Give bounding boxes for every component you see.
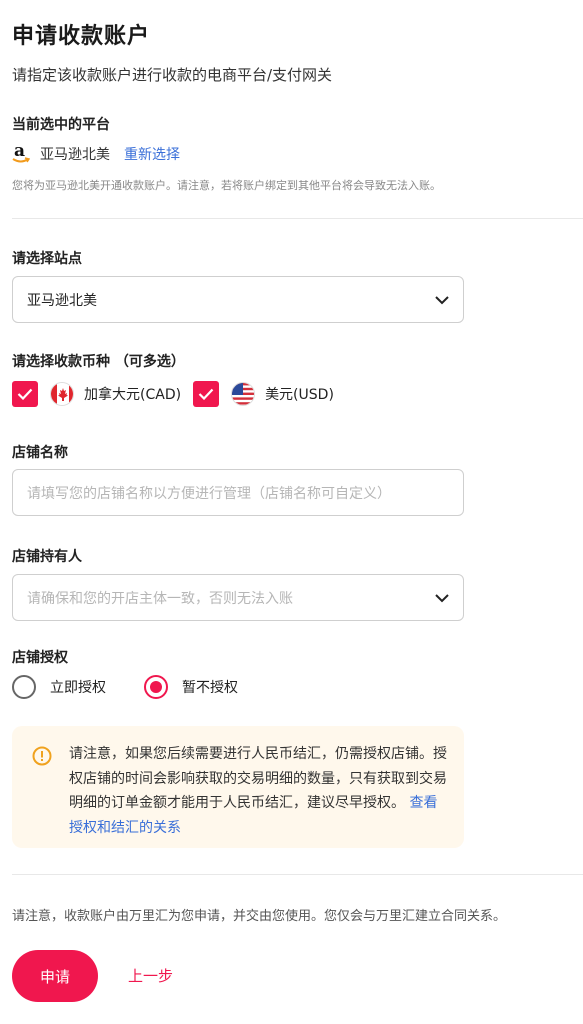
chevron-down-icon (435, 593, 449, 602)
site-select[interactable]: 亚马逊北美 (12, 276, 464, 323)
back-button[interactable]: 上一步 (128, 965, 173, 986)
authorize-later-radio[interactable] (144, 675, 168, 699)
authorize-now-radio[interactable] (12, 675, 36, 699)
us-flag-icon (231, 382, 256, 406)
apply-button[interactable]: 申请 (12, 950, 98, 1002)
currency-option-label: 美元(USD) (265, 387, 334, 403)
authorize-later-label: 暂不授权 (182, 680, 238, 696)
reselect-link[interactable]: 重新选择 (124, 144, 180, 164)
usd-checkbox[interactable] (193, 381, 220, 407)
divider (12, 218, 583, 219)
store-name-input[interactable]: 请填写您的店铺名称以方便进行管理（店铺名称可自定义） (12, 469, 464, 516)
store-owner-label: 店铺持有人 (12, 549, 82, 565)
store-owner-select[interactable]: 请确保和您的开店主体一致，否则无法入账 (12, 574, 464, 621)
page-subtitle: 请指定该收款账户进行收款的电商平台/支付网关 (12, 66, 333, 84)
authorize-now-label: 立即授权 (50, 680, 106, 696)
page-title: 申请收款账户 (12, 24, 151, 49)
currency-label: 请选择收款币种 （可多选） (12, 354, 185, 370)
canada-flag-icon (50, 382, 74, 406)
amazon-logo: a (12, 141, 30, 164)
site-label: 请选择站点 (12, 251, 82, 267)
platform-row: a 亚马逊北美 重新选择 (12, 141, 180, 165)
store-name-label: 店铺名称 (12, 445, 68, 461)
check-icon (198, 388, 214, 400)
cad-checkbox[interactable] (12, 381, 38, 407)
contract-note: 请注意，收款账户由万里汇为您申请，并交由您使用。您仅会与万里汇建立合同关系。 (12, 909, 507, 924)
platform-note: 您将为亚马逊北美开通收款账户。请注意，若将账户绑定到其他平台将会导致无法入账。 (12, 179, 441, 192)
currency-options: 加拿大元(CAD) 美元(USD) (12, 379, 346, 409)
chevron-down-icon (435, 295, 449, 304)
divider (12, 874, 583, 875)
warning-text: 请注意，如果您后续需要进行人民币结汇，仍需授权店铺。授权店铺的时间会影响获取的交… (69, 746, 447, 836)
platform-section-label: 当前选中的平台 (12, 117, 110, 133)
warning-box: 请注意，如果您后续需要进行人民币结汇，仍需授权店铺。授权店铺的时间会影响获取的交… (12, 726, 464, 848)
currency-option-label: 加拿大元(CAD) (84, 387, 182, 403)
store-owner-placeholder: 请确保和您的开店主体一致，否则无法入账 (27, 590, 293, 607)
check-icon (17, 388, 33, 400)
site-select-value: 亚马逊北美 (27, 292, 97, 309)
store-name-placeholder: 请填写您的店铺名称以方便进行管理（店铺名称可自定义） (27, 485, 391, 502)
authorization-label: 店铺授权 (12, 650, 68, 666)
warning-icon (32, 746, 52, 766)
platform-name: 亚马逊北美 (40, 147, 110, 163)
authorization-options: 立即授权 暂不授权 (12, 674, 276, 700)
